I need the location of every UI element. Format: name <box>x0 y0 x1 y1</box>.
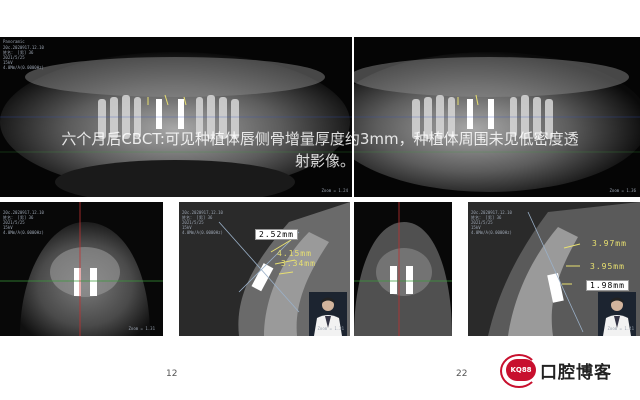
axial-image-right <box>354 202 452 336</box>
patient-info: 20c.2020917.12.10 姓名： [男] 36 2021/5/25 1… <box>182 210 223 235</box>
measurement-label[interactable]: 3.34mm <box>281 259 316 268</box>
axial-view-left[interactable]: 20c.2020917.12.10 姓名： [男] 36 2021/5/25 1… <box>0 202 163 336</box>
panoramic-view-left[interactable]: Panoramic 20c.2020917.12.10 姓名： [男] 36 2… <box>0 37 352 197</box>
page-number-left: 12 <box>166 369 178 379</box>
top-strip <box>0 0 640 18</box>
measurement-label[interactable]: 1.98mm <box>586 280 629 291</box>
zoom-readout: Zoom = 1.31 <box>128 326 156 331</box>
axial-view-right[interactable] <box>354 202 452 336</box>
panoramic-image-right <box>354 37 640 197</box>
cross-section-view-left[interactable]: 20c.2020917.12.10 姓名： [男] 36 2021/5/25 1… <box>179 202 350 336</box>
caption-line-2: 射影像。 <box>294 152 355 170</box>
zoom-readout: Zoom = 1.24 <box>321 188 349 193</box>
panoramic-view-right[interactable]: Zoom = 1.36 <box>354 37 640 197</box>
brand-logo: KQ88 口腔博客 <box>500 354 636 388</box>
page-number-right: 22 <box>456 369 468 379</box>
zoom-readout: Zoom = 1.36 <box>609 188 637 193</box>
measurement-label[interactable]: 3.95mm <box>590 262 625 271</box>
zoom-readout: Zoom = 1.41 <box>607 326 635 331</box>
patient-info: 20c.2020917.12.10 姓名： [男] 36 2021/5/25 1… <box>3 45 44 70</box>
panoramic-title: Panoramic <box>3 39 25 44</box>
caption-line-1: 六个月后CBCT:可见种植体唇侧骨增量厚度约3mm，种植体周围未见低密度透 <box>61 130 579 148</box>
measurement-label[interactable]: 4.15mm <box>277 249 312 258</box>
logo-badge: KQ88 <box>506 359 536 381</box>
cross-section-view-right[interactable]: 20c.2020917.12.10 姓名： [男] 36 2021/5/25 1… <box>468 202 640 336</box>
measurement-label[interactable]: 2.52mm <box>255 229 298 240</box>
measurement-label[interactable]: 3.97mm <box>592 239 627 248</box>
logo-text: 口腔博客 <box>540 363 612 383</box>
zoom-readout: Zoom = 1.31 <box>317 326 345 331</box>
slide-caption: 六个月后CBCT:可见种植体唇侧骨增量厚度约3mm，种植体周围未见低密度透 射影… <box>0 128 640 172</box>
patient-info: 20c.2020917.12.10 姓名： [男] 36 2021/5/25 1… <box>3 210 44 235</box>
panoramic-image-left <box>0 37 352 197</box>
patient-info: 20c.2020917.12.10 姓名： [男] 36 2021/5/25 1… <box>471 210 512 235</box>
